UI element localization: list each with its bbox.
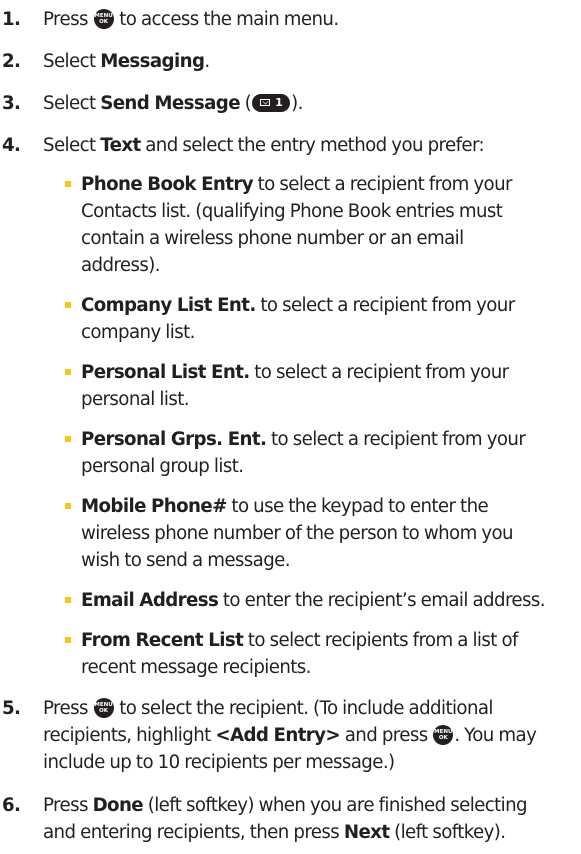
step-number: 6.	[2, 795, 21, 816]
menu-ok-key-icon: MENU OK	[433, 725, 454, 745]
message-1-key-icon: 1	[252, 94, 291, 112]
bullet-icon	[65, 637, 71, 643]
step-text: Select Text and select the entry method …	[43, 135, 485, 156]
menu-ok-key-icon: MENU OK	[93, 698, 114, 718]
step-number: 1.	[2, 9, 21, 30]
step-number: 4.	[2, 135, 21, 156]
step-text: Select Messaging.	[43, 51, 210, 72]
step-text: Select Send Message (1).	[43, 93, 303, 114]
step-text: Press Done (left softkey) when you are f…	[43, 795, 528, 843]
step-number: 2.	[2, 51, 21, 72]
step-number: 3.	[2, 93, 21, 114]
menu-ok-key-icon: MENU OK	[93, 9, 114, 29]
bullet-icon	[65, 597, 71, 603]
bullet-icon	[65, 302, 71, 308]
step-text: Press MENU OK to access the main menu.	[43, 9, 339, 30]
bullet-icon	[65, 436, 71, 442]
step-text: Press MENU OK to select the recipient. (T…	[43, 698, 537, 773]
step-number: 5.	[2, 698, 21, 719]
bullet-icon	[65, 181, 71, 187]
bullet-icon	[65, 369, 71, 375]
bullet-icon	[65, 503, 71, 509]
